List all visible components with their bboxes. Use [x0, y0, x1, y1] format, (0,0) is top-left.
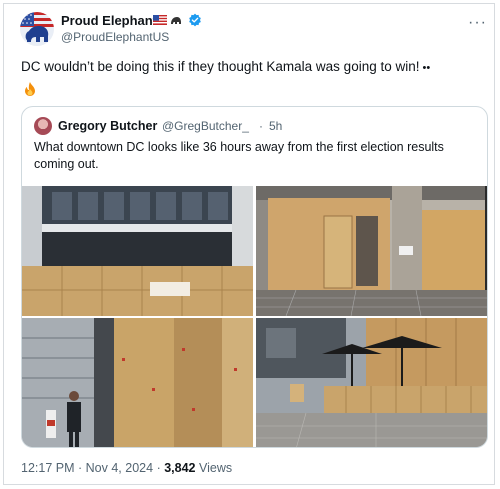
verified-badge-icon — [189, 13, 201, 27]
meta-separator: · — [156, 461, 161, 475]
elephant-logo-icon — [20, 12, 54, 46]
quoted-text: What downtown DC looks like 36 hours awa… — [34, 140, 444, 171]
views-label: Views — [198, 461, 233, 475]
eyes-icon: •• — [422, 62, 431, 74]
tweet-meta: 12:17 PM · Nov 4, 2024 · 3,842 Views — [21, 461, 232, 475]
tweet-body: DC wouldn’t be doing this if they though… — [21, 59, 420, 74]
post-time[interactable]: 12:17 PM — [21, 461, 75, 475]
fire-icon — [25, 82, 35, 96]
photo-boarded-entrance[interactable] — [256, 186, 488, 316]
photo-boarded-columns[interactable] — [22, 318, 253, 448]
elephant-icon — [171, 17, 181, 24]
avatar[interactable] — [20, 12, 54, 46]
quoted-tweet[interactable]: Gregory Butcher @GregButcher_ · 5h What … — [21, 106, 488, 448]
post-date[interactable]: Nov 4, 2024 — [86, 461, 153, 475]
tweet-text: DC wouldn’t be doing this if they though… — [21, 58, 491, 77]
quoted-timestamp: 5h — [269, 119, 283, 133]
photo-boarded-patio[interactable] — [256, 318, 488, 448]
quoted-author-handle: @GregButcher_ — [162, 119, 249, 133]
photo-boarded-building[interactable] — [22, 186, 253, 316]
quoted-avatar[interactable] — [34, 117, 52, 135]
quoted-author-name: Gregory Butcher — [58, 119, 158, 133]
tweet-card: Proud Elephant @ProudElephantUS ··· DC w… — [3, 3, 495, 485]
more-options-icon[interactable]: ··· — [468, 14, 487, 32]
meta-separator: · — [78, 461, 83, 475]
us-flag-icon — [153, 15, 167, 25]
quoted-separator: · — [259, 119, 263, 133]
views-count: 3,842 — [164, 461, 196, 475]
author-handle[interactable]: @ProudElephantUS — [61, 30, 169, 44]
author-name[interactable]: Proud Elephant — [61, 13, 157, 28]
